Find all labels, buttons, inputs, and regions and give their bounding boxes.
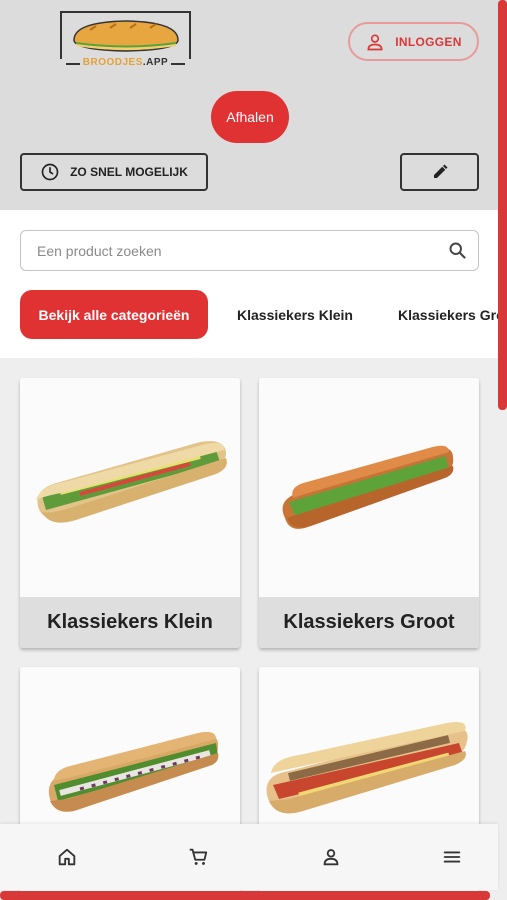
- user-icon: [367, 34, 383, 50]
- pickup-time-label: ZO SNEL MOGELIJK: [70, 165, 188, 179]
- pickup-time-button[interactable]: ZO SNEL MOGELIJK: [20, 153, 208, 191]
- login-button[interactable]: INLOGGEN: [348, 22, 479, 61]
- product-card[interactable]: Klassiekers Klein: [20, 378, 240, 648]
- nav-menu[interactable]: [441, 846, 463, 868]
- category-tab-klassiekers-groot[interactable]: Klassiekers Groot: [398, 290, 498, 339]
- search-box: [20, 230, 479, 271]
- sandwich-image-icon: [36, 441, 227, 523]
- user-icon: [323, 849, 339, 866]
- clock-icon: [41, 163, 59, 181]
- logo-brand-right: .APP: [142, 57, 169, 68]
- category-tab-klassiekers-klein[interactable]: Klassiekers Klein: [237, 290, 353, 339]
- nav-account[interactable]: [320, 846, 342, 868]
- logo-brand-left: BROODJES: [82, 57, 143, 68]
- nav-home[interactable]: [56, 846, 78, 868]
- product-label: Klassiekers Klein: [20, 597, 240, 648]
- search-input[interactable]: [21, 231, 441, 270]
- search-icon[interactable]: [447, 240, 468, 261]
- category-all-button[interactable]: Bekijk alle categorieën: [20, 290, 208, 339]
- brand-logo[interactable]: BROODJES.APP: [60, 11, 191, 70]
- logo-text: BROODJES.APP: [60, 57, 191, 68]
- product-image: [20, 378, 240, 597]
- home-icon: [58, 848, 76, 866]
- search-section: Bekijk alle categorieën Klassiekers Klei…: [0, 210, 507, 358]
- product-grid: Klassiekers Klein Klassiekers Groot: [0, 358, 507, 900]
- product-label: Klassiekers Groot: [259, 597, 479, 648]
- product-image: [259, 378, 479, 597]
- nav-cart[interactable]: [187, 846, 209, 868]
- cart-icon: [189, 848, 208, 865]
- scrollbar[interactable]: [498, 0, 507, 410]
- sandwich-logo-icon: [73, 20, 179, 52]
- product-card[interactable]: Klassiekers Groot: [259, 378, 479, 648]
- header: BROODJES.APP INLOGGEN Afhalen ZO SNEL MO…: [0, 0, 507, 210]
- menu-icon: [443, 851, 461, 863]
- sandwich-image-icon: [282, 445, 454, 529]
- bottom-accent-bar: [0, 891, 490, 900]
- edit-button[interactable]: [400, 153, 479, 191]
- bottom-navigation: [0, 824, 498, 890]
- pencil-icon: [433, 164, 447, 178]
- pickup-button[interactable]: Afhalen: [211, 91, 289, 143]
- login-label: INLOGGEN: [395, 34, 462, 49]
